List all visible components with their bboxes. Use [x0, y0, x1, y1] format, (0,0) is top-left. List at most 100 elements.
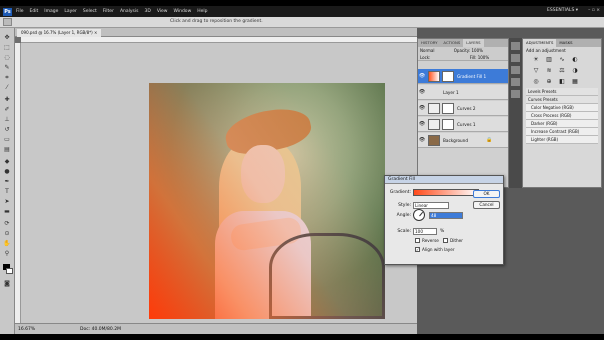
- opacity-field[interactable]: Opacity: 100%: [454, 48, 483, 53]
- dither-checkbox[interactable]: Dither: [443, 238, 463, 243]
- photo-filter-icon[interactable]: ◎: [531, 78, 541, 86]
- eye-icon[interactable]: 👁: [418, 121, 426, 127]
- 3d-rotate-tool-icon[interactable]: ⟳: [3, 220, 11, 227]
- quick-mask-icon[interactable]: ◙: [3, 280, 11, 287]
- zoom-tool-icon[interactable]: ⚲: [3, 250, 11, 257]
- layer-mask-thumbnail[interactable]: [442, 118, 454, 130]
- crop-tool-icon[interactable]: ⌗: [3, 74, 11, 81]
- color-balance-icon[interactable]: ⚖: [557, 67, 567, 75]
- background-color-swatch[interactable]: [6, 268, 13, 274]
- layer-row[interactable]: 👁 Layer 1: [418, 85, 508, 100]
- brightness-icon[interactable]: ☀: [531, 56, 541, 64]
- type-tool-icon[interactable]: T: [3, 188, 11, 195]
- gradient-picker[interactable]: [413, 189, 479, 196]
- workspace-switcher[interactable]: ESSENTIALS ▾: [547, 8, 578, 13]
- angle-input[interactable]: 48: [429, 212, 463, 219]
- menu-file[interactable]: File: [16, 9, 24, 14]
- menu-edit[interactable]: Edit: [30, 9, 39, 14]
- eye-icon[interactable]: 👁: [418, 89, 426, 95]
- panel-icon[interactable]: [511, 42, 520, 50]
- menu-help[interactable]: Help: [197, 9, 207, 14]
- eye-icon[interactable]: 👁: [418, 137, 426, 143]
- channel-mixer-icon[interactable]: ⊕: [544, 78, 554, 86]
- tab-masks[interactable]: MASKS: [556, 39, 575, 47]
- levels-icon[interactable]: ▥: [544, 56, 554, 64]
- quick-select-tool-icon[interactable]: ✎: [3, 64, 11, 71]
- layer-mask-thumbnail[interactable]: [442, 70, 454, 82]
- history-brush-tool-icon[interactable]: ↺: [3, 126, 11, 133]
- zoom-level[interactable]: 16.67%: [18, 327, 40, 332]
- panel-icon[interactable]: [511, 78, 520, 86]
- blur-tool-icon[interactable]: ◆: [3, 158, 11, 165]
- document-canvas[interactable]: [21, 43, 417, 323]
- checkbox-box[interactable]: ✓: [415, 247, 420, 252]
- angle-dial[interactable]: [413, 209, 425, 221]
- shape-tool-icon[interactable]: ▬: [3, 208, 11, 215]
- align-checkbox[interactable]: ✓ Align with layer: [415, 247, 455, 252]
- preset-group-curves[interactable]: Curves Presets: [526, 96, 598, 104]
- menu-select[interactable]: Select: [83, 9, 97, 14]
- layer-row[interactable]: 👁 Curves 1: [418, 117, 508, 132]
- layer-row[interactable]: 👁 Gradient Fill 1: [418, 69, 508, 84]
- panel-icon[interactable]: [511, 54, 520, 62]
- style-select[interactable]: Linear: [413, 202, 449, 209]
- menu-filter[interactable]: Filter: [103, 9, 114, 14]
- reverse-checkbox[interactable]: Reverse: [415, 238, 439, 243]
- marquee-tool-icon[interactable]: ⬚: [3, 44, 11, 51]
- clone-stamp-tool-icon[interactable]: ⊥: [3, 116, 11, 123]
- menu-view[interactable]: View: [157, 9, 168, 14]
- posterize-icon[interactable]: ▦: [570, 78, 580, 86]
- panel-icon[interactable]: [511, 90, 520, 98]
- 3d-orbit-tool-icon[interactable]: ⊙: [3, 230, 11, 237]
- eraser-tool-icon[interactable]: ▭: [3, 136, 11, 143]
- scale-input[interactable]: 100: [413, 228, 437, 235]
- exposure-icon[interactable]: ◐: [570, 56, 580, 64]
- eyedropper-tool-icon[interactable]: ⁄: [3, 84, 11, 91]
- preset-item[interactable]: Cross Process (RGB): [526, 112, 598, 120]
- menu-analysis[interactable]: Analysis: [120, 9, 139, 14]
- preset-item[interactable]: Lighter (RGB): [526, 136, 598, 144]
- tab-layers[interactable]: LAYERS: [463, 39, 484, 47]
- hue-saturation-icon[interactable]: ≋: [544, 67, 554, 75]
- cancel-button[interactable]: Cancel: [473, 201, 500, 209]
- eye-icon[interactable]: 👁: [418, 73, 426, 79]
- ok-button[interactable]: OK: [473, 190, 500, 198]
- document-tab[interactable]: 090.psd @ 16.7% (Layer 1, RGB/8*) ×: [17, 29, 102, 37]
- lasso-tool-icon[interactable]: ◌: [3, 54, 11, 61]
- pen-tool-icon[interactable]: ✒: [3, 178, 11, 185]
- preset-group-levels[interactable]: Levels Presets: [526, 88, 598, 96]
- black-white-icon[interactable]: ◑: [570, 67, 580, 75]
- window-controls[interactable]: – ▫ ×: [588, 8, 600, 13]
- checkbox-box[interactable]: [415, 238, 420, 243]
- dodge-tool-icon[interactable]: ●: [3, 168, 11, 175]
- photo-girl-with-hat[interactable]: [149, 83, 385, 319]
- brush-tool-icon[interactable]: ✐: [3, 106, 11, 113]
- menu-3d[interactable]: 3D: [144, 9, 150, 14]
- preset-item[interactable]: Darker (RGB): [526, 120, 598, 128]
- panel-icon[interactable]: [511, 66, 520, 74]
- blend-mode-select[interactable]: Normal: [420, 48, 434, 53]
- layer-row[interactable]: 👁 Curves 2: [418, 101, 508, 116]
- path-select-tool-icon[interactable]: ➤: [3, 198, 11, 205]
- menu-layer[interactable]: Layer: [64, 9, 77, 14]
- menu-window[interactable]: Window: [174, 9, 192, 14]
- gradient-tool-icon[interactable]: ▤: [3, 146, 11, 153]
- eye-icon[interactable]: 👁: [418, 105, 426, 111]
- preset-item[interactable]: Increase Contrast (RGB): [526, 128, 598, 136]
- hand-tool-icon[interactable]: ✋: [3, 240, 11, 247]
- move-tool-icon[interactable]: ✥: [3, 34, 11, 41]
- healing-tool-icon[interactable]: ✚: [3, 96, 11, 103]
- tab-actions[interactable]: ACTIONS: [440, 39, 463, 47]
- checkbox-box[interactable]: [443, 238, 448, 243]
- fill-field[interactable]: Fill: 100%: [470, 55, 489, 60]
- tab-adjustments[interactable]: ADJUSTMENTS: [523, 39, 557, 47]
- current-tool-icon[interactable]: [3, 18, 12, 26]
- layer-mask-thumbnail[interactable]: [442, 102, 454, 114]
- tab-history[interactable]: HISTORY: [418, 39, 440, 47]
- curves-icon[interactable]: ∿: [557, 56, 567, 64]
- preset-item[interactable]: Color Negative (RGB): [526, 104, 598, 112]
- layer-row[interactable]: 👁 Background 🔒: [418, 133, 508, 148]
- menu-image[interactable]: Image: [44, 9, 58, 14]
- vibrance-icon[interactable]: ▽: [531, 67, 541, 75]
- invert-icon[interactable]: ◧: [557, 78, 567, 86]
